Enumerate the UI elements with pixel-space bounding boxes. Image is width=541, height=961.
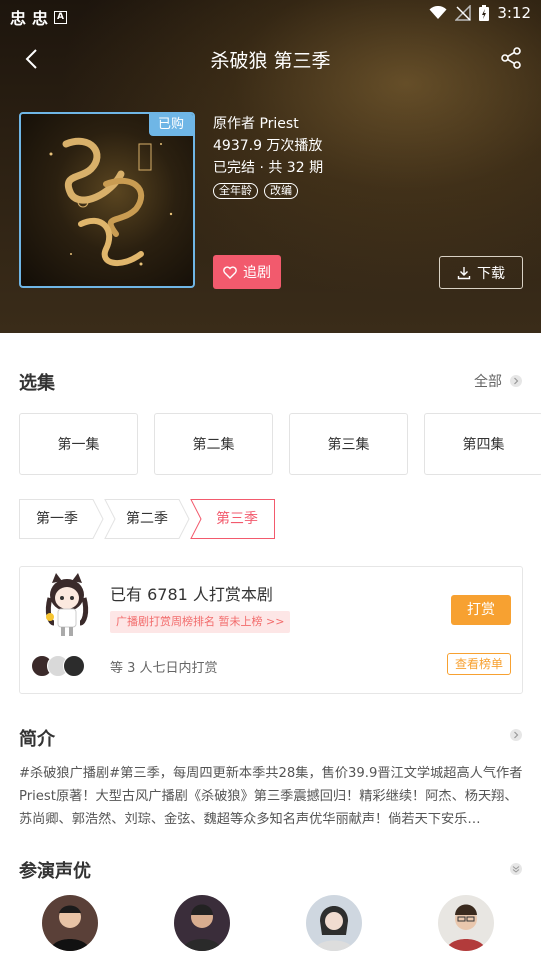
download-icon: [457, 266, 471, 279]
cast-avatar[interactable]: [306, 895, 362, 951]
all-episodes-label: 全部: [474, 374, 502, 390]
tip-button[interactable]: 打赏: [451, 595, 511, 625]
season-tab-3-active[interactable]: 第三季: [199, 499, 275, 539]
tipper-avatars: [31, 655, 87, 679]
avatar: [63, 655, 85, 677]
view-ranking-button[interactable]: 查看榜单: [447, 653, 511, 675]
purchased-badge: 已购: [149, 114, 193, 136]
cast-list: [0, 893, 541, 961]
episode-status: 已完结 · 共 32 期: [213, 160, 324, 176]
cover-artwork: [49, 137, 173, 267]
wifi-icon: [429, 6, 447, 19]
content-area: 选集 全部 第一集 第二集 第三集 第四集 第一季 第二季 第三季 已有 678…: [0, 333, 541, 961]
season-tab-1[interactable]: 第一季: [19, 499, 95, 539]
clock: 3:12: [497, 4, 531, 22]
reward-card: 已有 6781 人打赏本剧 广播剧打赏周榜排名 暂未上榜 >> 打赏 等 3 人…: [19, 566, 523, 694]
chevron-right-icon[interactable]: [510, 729, 522, 741]
intro-text: #杀破狼广播剧#第三季，每周四更新本季共28集，售价39.9晋江文学城超高人气作…: [19, 766, 523, 827]
download-button[interactable]: 下载: [439, 256, 523, 289]
heart-icon: [223, 265, 237, 279]
episode-list: 第一集 第二集 第三集 第四集: [19, 413, 541, 475]
tag-adapted: 改编: [264, 183, 298, 199]
cast-avatar[interactable]: [42, 895, 98, 951]
a-icon: A: [54, 10, 68, 24]
no-signal-icon: [455, 5, 472, 21]
play-count: 4937.9 万次播放: [213, 138, 323, 154]
battery-icon: [479, 5, 490, 21]
season-selector: 第一季 第二季 第三季: [19, 499, 279, 539]
all-episodes-link[interactable]: 全部: [474, 371, 522, 391]
season-tab-2[interactable]: 第二季: [109, 499, 185, 539]
intro-title: 简介: [19, 729, 55, 750]
episode-item[interactable]: 第二集: [154, 413, 273, 475]
status-bar: 忠 忠 A 3:12: [0, 0, 541, 30]
cast-avatar[interactable]: [438, 895, 494, 951]
chevron-down-icon[interactable]: [510, 863, 522, 875]
share-icon[interactable]: [499, 46, 523, 70]
tag-age: 全年龄: [213, 183, 258, 199]
weekly-rank-tag[interactable]: 广播剧打赏周榜排名 暂未上榜 >>: [110, 611, 291, 633]
drama-header: 忠 忠 A 3:12 杀破狼 第三季 已购 原作者 Priest 4937.9 …: [0, 0, 541, 333]
episode-item[interactable]: 第四集: [424, 413, 541, 475]
page-title: 杀破狼 第三季: [210, 50, 331, 72]
follow-label: 追剧: [243, 265, 271, 281]
episodes-title: 选集: [19, 373, 55, 394]
weekly-tippers-text: 等 3 人七日内打赏: [110, 661, 218, 676]
navigation-bar: 杀破狼 第三季: [0, 38, 541, 80]
episode-item[interactable]: 第三集: [289, 413, 408, 475]
reward-count-text: 已有 6781 人打赏本剧: [110, 585, 273, 604]
mascot-girl-icon: [45, 573, 89, 636]
chevron-right-icon: [510, 375, 522, 387]
qq-icon: 忠: [32, 9, 49, 28]
download-label: 下载: [477, 265, 505, 282]
follow-button[interactable]: 追剧: [213, 255, 281, 289]
author-text: 原作者 Priest: [213, 116, 299, 132]
episode-item[interactable]: 第一集: [19, 413, 138, 475]
cast-title: 参演声优: [19, 861, 91, 882]
drama-cover[interactable]: 已购: [19, 112, 195, 288]
drama-meta: 原作者 Priest 4937.9 万次播放 已完结 · 共 32 期 全年龄 …: [213, 115, 323, 199]
qq-icon: 忠: [10, 9, 27, 28]
cast-avatar[interactable]: [174, 895, 230, 951]
